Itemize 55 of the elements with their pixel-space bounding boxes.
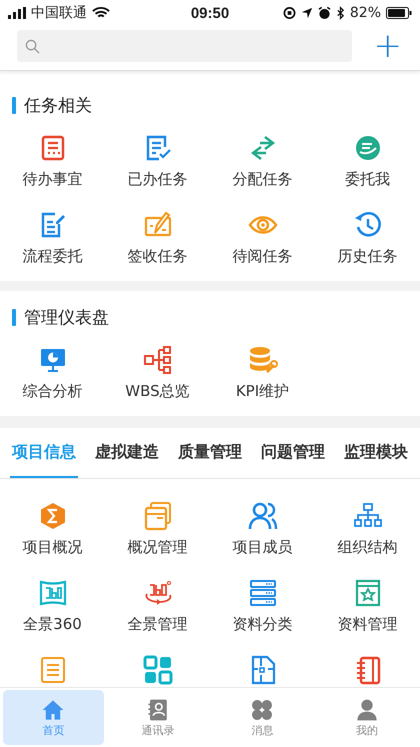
person-icon xyxy=(354,698,379,722)
menu-item-label[interactable]: WBS总览 xyxy=(125,381,190,401)
rotate-360-icon xyxy=(142,578,172,608)
clover-icon xyxy=(250,698,274,722)
title-marker xyxy=(12,308,16,326)
module-tab[interactable]: 问题管理 xyxy=(259,428,327,478)
menu-item-label[interactable]: 待办事宜 xyxy=(22,169,82,189)
menu-item-label[interactable]: 委托我 xyxy=(345,169,390,189)
contact-book-icon xyxy=(146,698,170,722)
signal-icon xyxy=(8,6,26,20)
module-item-label[interactable]: 资料管理 xyxy=(338,614,398,634)
section-title: 管理仪表盘 xyxy=(24,306,109,328)
module-item-label[interactable]: 项目概况 xyxy=(22,537,82,557)
search-icon xyxy=(25,38,40,54)
title-marker xyxy=(12,96,16,114)
module-item-label[interactable]: 项目成员 xyxy=(232,537,292,557)
module-item-label[interactable]: 资料分类 xyxy=(232,614,292,634)
module-tab[interactable]: 监理模块 xyxy=(342,428,410,478)
module-item-label[interactable]: 概况管理 xyxy=(128,537,188,557)
server-stack-icon xyxy=(248,578,278,608)
menu-item-label[interactable]: 已办任务 xyxy=(128,169,188,189)
section-title: 任务相关 xyxy=(24,94,92,116)
menu-item-label[interactable]: 待阅任务 xyxy=(232,246,292,266)
battery-icon xyxy=(386,6,412,20)
bottom-tab[interactable]: 我的 xyxy=(316,690,417,745)
module-item-label[interactable]: 组织结构 xyxy=(338,537,398,557)
windows-icon xyxy=(142,501,172,531)
module-tab[interactable]: 虚拟建造 xyxy=(93,428,161,478)
people-icon xyxy=(248,501,278,531)
location-arrow-icon xyxy=(300,6,313,20)
menu-item-label[interactable]: 综合分析 xyxy=(22,381,82,401)
grid-icon xyxy=(142,655,172,685)
database-wrench-icon xyxy=(248,345,278,375)
menu-item-label[interactable]: KPI维护 xyxy=(236,381,290,401)
search-field[interactable] xyxy=(17,30,352,62)
alarm-icon xyxy=(318,6,331,20)
clock-time: 09:50 xyxy=(190,4,230,22)
bottom-tab[interactable]: 通讯录 xyxy=(108,690,208,745)
rotation-lock-icon xyxy=(282,6,296,20)
panorama-icon xyxy=(38,578,68,608)
carrier-name: 中国联通 xyxy=(31,4,87,22)
bluetooth-icon xyxy=(336,6,345,20)
module-item-label[interactable]: 全景管理 xyxy=(128,614,188,634)
module-tab[interactable]: 质量管理 xyxy=(176,428,244,478)
wifi-icon xyxy=(92,6,110,20)
module-item-label[interactable]: 全景360 xyxy=(23,614,82,634)
bottom-tab[interactable]: 消息 xyxy=(212,690,312,745)
menu-item-label[interactable]: 分配任务 xyxy=(232,169,292,189)
menu-item-label[interactable]: 签收任务 xyxy=(128,246,188,266)
battery-percent: 82% xyxy=(350,5,381,21)
add-button[interactable]: + xyxy=(366,31,410,61)
home-icon xyxy=(41,698,66,722)
hierarchy-icon xyxy=(142,345,172,375)
menu-item-label[interactable]: 流程委托 xyxy=(22,246,82,266)
menu-item-label[interactable]: 历史任务 xyxy=(338,246,398,266)
